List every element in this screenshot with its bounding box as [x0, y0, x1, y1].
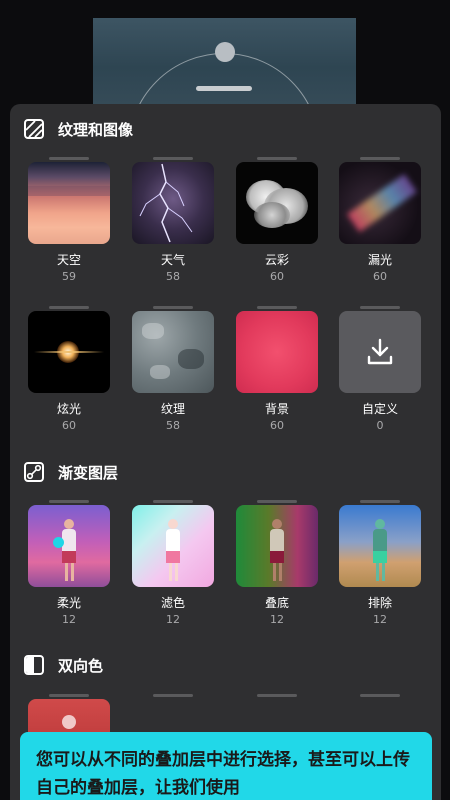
tile-count: 12	[166, 613, 180, 626]
tile-label: 背景	[264, 402, 289, 416]
tile-count: 60	[62, 419, 76, 432]
tile-tab	[153, 694, 193, 697]
tile-screen[interactable]: 滤色 12	[132, 500, 214, 626]
tile-tab	[257, 694, 297, 697]
tile-tab	[360, 500, 400, 503]
tile-count: 12	[270, 613, 284, 626]
tile-tab	[257, 500, 297, 503]
section-header-gradient: 渐变图层	[24, 461, 118, 483]
section-header-duotone: 双向色	[24, 654, 103, 676]
tile-weather[interactable]: 天气 58	[132, 157, 214, 283]
tile-tab	[153, 306, 193, 309]
photo-bar	[196, 86, 252, 91]
section-title-gradient: 渐变图层	[58, 463, 119, 482]
tile-background[interactable]: 背景 60	[236, 306, 318, 432]
tile-tab	[153, 500, 193, 503]
left-edge	[0, 0, 10, 800]
section-header-textures: 纹理和图像	[24, 118, 133, 140]
texture-section-icon	[24, 119, 44, 139]
flare-thumbnail	[28, 311, 110, 393]
multiply-thumbnail	[236, 505, 318, 587]
cloud-thumbnail	[236, 162, 318, 244]
duotone-section-icon	[24, 655, 44, 675]
tile-count: 60	[270, 270, 284, 283]
tile-duotone-3[interactable]	[236, 694, 318, 699]
tile-count: 0	[376, 419, 384, 432]
soft-light-thumbnail	[28, 505, 110, 587]
background-thumbnail	[236, 311, 318, 393]
tooltip-text: 您可以从不同的叠加层中进行选择，甚至可以上传自己的叠加层，让我们使用	[36, 750, 410, 798]
right-edge	[441, 104, 450, 800]
tile-duotone-4[interactable]	[339, 694, 421, 699]
light-leak-thumbnail	[339, 162, 421, 244]
tile-label: 叠底	[264, 596, 289, 610]
tile-label: 排除	[367, 596, 392, 610]
tile-tab	[360, 306, 400, 309]
tile-tab	[257, 157, 297, 160]
tile-count: 12	[373, 613, 387, 626]
tile-tab	[49, 306, 89, 309]
texture-thumbnail	[132, 311, 214, 393]
sky-thumbnail	[28, 162, 110, 244]
tile-tab	[360, 157, 400, 160]
tile-tab	[49, 157, 89, 160]
tile-label: 天空	[56, 253, 81, 267]
tile-exclusion[interactable]: 排除 12	[339, 500, 421, 626]
download-icon	[367, 338, 393, 365]
tile-clouds[interactable]: 云彩 60	[236, 157, 318, 283]
tile-label: 滤色	[160, 596, 185, 610]
tile-count: 12	[62, 613, 76, 626]
tile-tab	[49, 694, 89, 697]
screen-thumbnail	[132, 505, 214, 587]
tile-light-leak[interactable]: 漏光 60	[339, 157, 421, 283]
tooltip-pointer-dot	[53, 537, 64, 548]
tile-count: 60	[373, 270, 387, 283]
custom-upload-thumbnail	[339, 311, 421, 393]
tile-sky[interactable]: 天空 59	[28, 157, 110, 283]
tile-label: 云彩	[264, 253, 289, 267]
tile-tab	[360, 694, 400, 697]
tile-label: 柔光	[56, 596, 81, 610]
exclusion-thumbnail	[339, 505, 421, 587]
tile-tab	[49, 500, 89, 503]
tile-count: 58	[166, 419, 180, 432]
tile-texture[interactable]: 纹理 58	[132, 306, 214, 432]
onboarding-tooltip[interactable]: 您可以从不同的叠加层中进行选择，甚至可以上传自己的叠加层，让我们使用	[20, 732, 432, 800]
tile-multiply[interactable]: 叠底 12	[236, 500, 318, 626]
tile-label: 天气	[160, 253, 185, 267]
tile-label: 纹理	[160, 402, 185, 416]
tile-custom[interactable]: 自定义 0	[339, 306, 421, 432]
tile-count: 60	[270, 419, 284, 432]
gradient-section-icon	[24, 462, 44, 482]
tile-tab	[153, 157, 193, 160]
rotation-knob[interactable]	[215, 42, 235, 62]
tile-count: 59	[62, 270, 76, 283]
tile-count: 58	[166, 270, 180, 283]
tile-flare[interactable]: 炫光 60	[28, 306, 110, 432]
tile-soft-light[interactable]: 柔光 12	[28, 500, 110, 626]
tile-label: 炫光	[56, 402, 81, 416]
tile-label: 自定义	[361, 402, 398, 416]
tile-duotone-2[interactable]	[132, 694, 214, 699]
tile-label: 漏光	[367, 253, 392, 267]
overlay-sheet: 纹理和图像 天空 59 天气 58 云彩 60 漏光 60 炫光 60 纹理 5…	[10, 104, 441, 800]
lightning-thumbnail	[132, 162, 214, 244]
section-title-textures: 纹理和图像	[58, 120, 134, 139]
tile-tab	[257, 306, 297, 309]
section-title-duotone: 双向色	[58, 656, 104, 675]
